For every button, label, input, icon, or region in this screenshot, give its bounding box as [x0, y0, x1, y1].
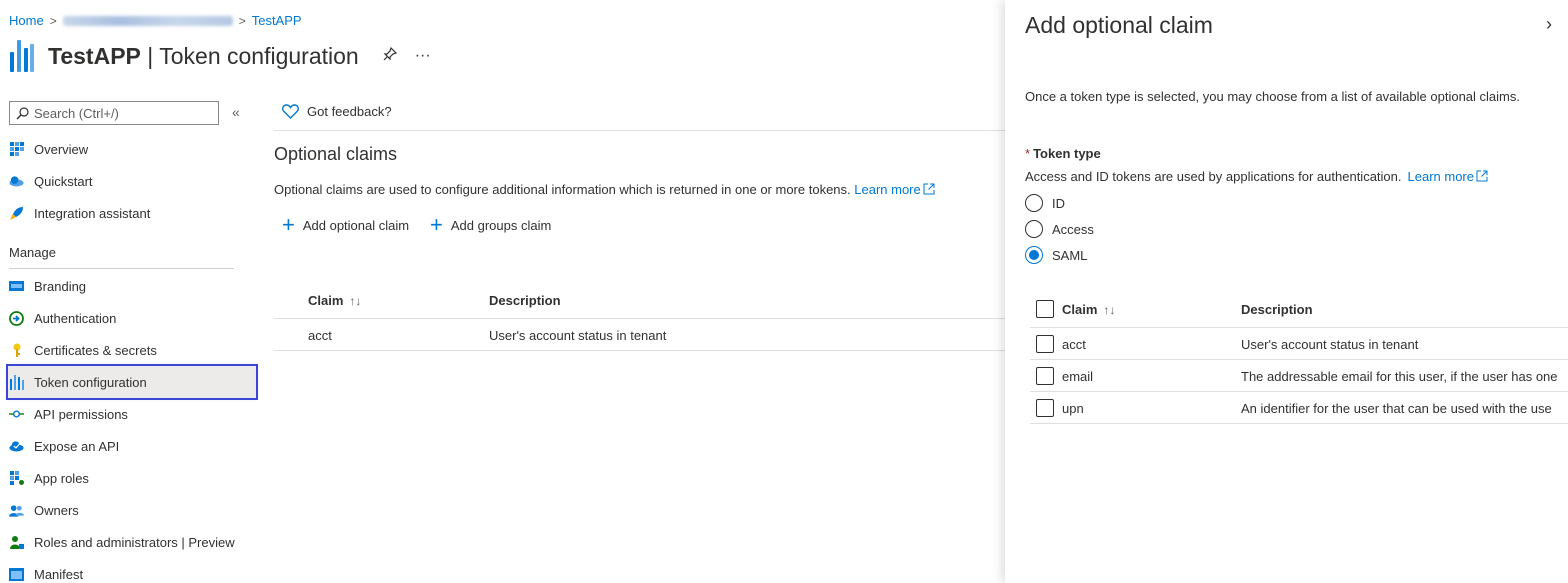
heart-icon: [282, 104, 299, 119]
owners-icon: [9, 503, 24, 518]
sidebar-section-manage: Manage: [9, 245, 56, 260]
panel-cell-description: The addressable email for this user, if …: [1241, 369, 1558, 384]
section-description: Optional claims are used to configure ad…: [274, 182, 935, 197]
sidebar-item-authentication[interactable]: Authentication: [9, 303, 116, 333]
sidebar-item-manifest[interactable]: Manifest: [9, 559, 83, 583]
panel-cell-claim: upn: [1062, 401, 1084, 416]
chevron-right-icon: >: [238, 13, 246, 28]
panel-cell-description: User's account status in tenant: [1241, 337, 1419, 352]
breadcrumb-current[interactable]: TestAPP: [252, 13, 302, 28]
panel-cell-claim: acct: [1062, 337, 1086, 352]
quickstart-icon: [9, 174, 24, 189]
chevron-right-icon[interactable]: ›: [1546, 14, 1552, 35]
sidebar-item-expose-an-api[interactable]: Expose an API: [9, 431, 119, 461]
claim-checkbox-upn[interactable]: [1036, 399, 1054, 417]
token-type-description: Access and ID tokens are used by applica…: [1025, 169, 1488, 184]
app-roles-icon: [9, 471, 24, 486]
table-divider: [1030, 423, 1568, 424]
claim-checkbox-acct[interactable]: [1036, 335, 1054, 353]
breadcrumb: Home > > TestAPP: [9, 13, 302, 28]
sidebar-item-api-permissions[interactable]: API permissions: [9, 399, 128, 429]
sidebar-item-branding[interactable]: Branding: [9, 271, 86, 301]
table-cell-claim: acct: [308, 328, 332, 343]
radio-circle-selected[interactable]: [1025, 246, 1043, 264]
panel-cell-description: An identifier for the user that can be u…: [1241, 401, 1552, 416]
chevron-right-icon: >: [49, 13, 57, 28]
sidebar-divider: [9, 268, 234, 269]
section-title: Optional claims: [274, 144, 398, 164]
rocket-icon: [9, 206, 24, 221]
sort-icon[interactable]: ↑↓: [349, 294, 361, 308]
search-icon: [16, 106, 29, 119]
panel-cell-claim: email: [1062, 369, 1094, 384]
sidebar-item-quickstart[interactable]: Quickstart: [9, 166, 93, 196]
radio-token-saml[interactable]: SAML: [1025, 246, 1087, 264]
page-title: TestAPP | Token configuration: [48, 42, 359, 69]
radio-circle[interactable]: [1025, 220, 1043, 238]
table-divider: [274, 350, 1005, 351]
column-header-claim[interactable]: Claim ↑↓: [308, 293, 361, 308]
panel-column-header-description: Description: [1241, 302, 1313, 317]
page-header: TestAPP | Token configuration ···: [10, 40, 431, 72]
external-link-icon: [923, 183, 935, 195]
panel-intro: Once a token type is selected, you may c…: [1025, 89, 1520, 104]
search-placeholder: Search (Ctrl+/): [34, 105, 119, 121]
sidebar-item-roles-administrators[interactable]: Roles and administrators | Preview: [9, 527, 235, 557]
table-divider: [274, 318, 1005, 319]
radio-token-id[interactable]: ID: [1025, 194, 1065, 212]
sidebar-item-overview[interactable]: Overview: [9, 134, 88, 164]
cloud-icon: [9, 439, 24, 454]
search-input[interactable]: Search (Ctrl+/): [9, 101, 219, 125]
pin-icon[interactable]: [383, 46, 397, 66]
token-type-label: * Token type: [1025, 146, 1101, 161]
manifest-icon: [9, 567, 24, 582]
breadcrumb-blurred-item[interactable]: [62, 15, 233, 26]
panel-column-header-claim[interactable]: Claim ↑↓: [1062, 302, 1115, 317]
plus-icon: +: [430, 212, 443, 237]
plus-icon: +: [282, 212, 295, 237]
token-config-icon: [9, 374, 24, 390]
more-options-icon[interactable]: ···: [415, 47, 431, 66]
table-divider: [1030, 391, 1568, 392]
sidebar-item-token-configuration[interactable]: Token configuration: [6, 364, 258, 400]
overview-icon: [9, 142, 24, 157]
branding-icon: [9, 279, 24, 294]
sidebar-item-certificates-secrets[interactable]: Certificates & secrets: [9, 335, 157, 365]
panel-title: Add optional claim: [1025, 12, 1213, 38]
column-header-description: Description: [489, 293, 561, 308]
key-icon: [9, 343, 24, 358]
authentication-icon: [9, 310, 24, 326]
sidebar-item-owners[interactable]: Owners: [9, 495, 79, 525]
api-permissions-icon: [9, 407, 24, 422]
table-cell-description: User's account status in tenant: [489, 328, 667, 343]
learn-more-link[interactable]: Learn more: [854, 182, 935, 197]
breadcrumb-home[interactable]: Home: [9, 13, 44, 28]
add-groups-claim-button[interactable]: + Add groups claim: [430, 212, 551, 237]
sidebar-item-app-roles[interactable]: App roles: [9, 463, 89, 493]
sidebar-item-integration-assistant[interactable]: Integration assistant: [9, 198, 150, 228]
claim-checkbox-email[interactable]: [1036, 367, 1054, 385]
radio-token-access[interactable]: Access: [1025, 220, 1094, 238]
roles-icon: [9, 535, 24, 550]
feedback-button[interactable]: Got feedback?: [282, 104, 392, 119]
table-divider: [1030, 359, 1568, 360]
add-optional-claim-button[interactable]: + Add optional claim: [282, 212, 409, 237]
external-link-icon: [1476, 170, 1488, 182]
sort-icon[interactable]: ↑↓: [1103, 303, 1115, 317]
collapse-sidebar-icon[interactable]: «: [232, 104, 240, 120]
token-config-icon: [10, 40, 34, 72]
add-optional-claim-panel: Add optional claim › Once a token type i…: [1005, 0, 1568, 583]
radio-circle[interactable]: [1025, 194, 1043, 212]
toolbar-divider: [274, 130, 1005, 131]
panel-learn-more-link[interactable]: Learn more: [1408, 169, 1488, 184]
table-divider: [1030, 327, 1568, 328]
select-all-checkbox[interactable]: [1036, 300, 1054, 318]
